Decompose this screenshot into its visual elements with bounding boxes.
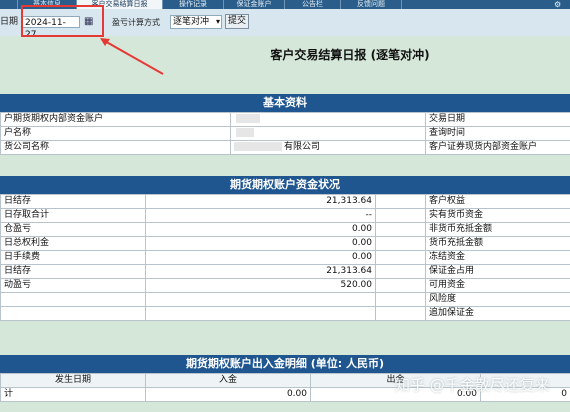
table-row: 货公司名称 有限公司 客户证券现货内部资金账户: [0, 140, 570, 155]
masked-value: [230, 112, 426, 127]
fund-spacer: [375, 250, 426, 265]
fund-value: [145, 306, 376, 321]
fund-value: 21,313.64: [145, 264, 376, 279]
table-row: 追加保证金: [0, 306, 570, 321]
masked-value: [230, 126, 426, 141]
column-header: 发生日期: [0, 373, 146, 388]
table-row: 户名称 查询时间: [0, 126, 570, 141]
fund-value: [145, 292, 376, 307]
calc-method-label: 盈亏计算方式: [112, 18, 160, 27]
company-suffix: 有限公司: [284, 142, 321, 152]
column-header: 入金: [145, 373, 311, 388]
section-funds-header: 期货期权账户资金状况: [0, 176, 570, 194]
fund-label: [0, 292, 146, 307]
fund-right-label: 风险度: [425, 292, 570, 307]
basic-label: 户期货期权内部资金账户: [0, 112, 231, 127]
fund-label: 日存取合计: [0, 208, 146, 223]
fund-label: 日手续费: [0, 250, 146, 265]
basic-label: 货公司名称: [0, 140, 231, 155]
basic-label: 查询时间: [425, 126, 570, 141]
tab-operation-log[interactable]: 操作记录: [163, 0, 224, 9]
section-basic-header: 基本资料: [0, 94, 570, 112]
fund-right-label: 货币充抵金额: [425, 236, 570, 251]
submit-button[interactable]: 提交: [225, 14, 249, 29]
inout-in: 0.00: [145, 387, 311, 402]
fund-right-label: 保证金占用: [425, 264, 570, 279]
fund-value: 520.00: [145, 278, 376, 293]
fund-right-label: 冻结资金: [425, 250, 570, 265]
fund-spacer: [375, 222, 426, 237]
fund-right-label: 实有货币资金: [425, 208, 570, 223]
basic-label: 交易日期: [425, 112, 570, 127]
funds-table: 日结存 21,313.64 客户权益 日存取合计 -- 实有货币资金 仓盈亏 0.00 非货…: [0, 194, 570, 321]
fund-right-label: 客户权益: [425, 194, 570, 209]
tab-feedback[interactable]: 反馈问题: [341, 0, 402, 9]
basic-table: 户期货期权内部资金账户 交易日期 户名称 查询时间 货公司名称 有限公司 客户证…: [0, 112, 570, 155]
fund-label: 日总权利金: [0, 236, 146, 251]
fund-label: 日结存: [0, 194, 146, 209]
highlight-box: [21, 5, 104, 37]
fund-spacer: [375, 278, 426, 293]
fund-value: 0.00: [145, 250, 376, 265]
table-row: 日结存 21,313.64 客户权益: [0, 194, 570, 209]
fund-spacer: [375, 236, 426, 251]
table-row: 动盈亏 520.00 可用资金: [0, 278, 570, 293]
table-row: 日存取合计 -- 实有货币资金: [0, 208, 570, 223]
fund-spacer: [375, 264, 426, 279]
table-row: 户期货期权内部资金账户 交易日期: [0, 112, 570, 127]
tab-partial[interactable]: [0, 0, 18, 9]
table-row: 日手续费 0.00 冻结资金: [0, 250, 570, 265]
fund-value: 21,313.64: [145, 194, 376, 209]
fund-label: 日结存: [0, 264, 146, 279]
calc-method-select[interactable]: 逐笔对冲 ▾: [170, 15, 222, 29]
fund-label: 动盈亏: [0, 278, 146, 293]
fund-value: 0.00: [145, 236, 376, 251]
company-name-cell: 有限公司: [230, 140, 426, 155]
fund-right-label: 追加保证金: [425, 306, 570, 321]
tab-notice-board[interactable]: 公告栏: [285, 0, 341, 9]
fund-right-label: 非货币充抵金额: [425, 222, 570, 237]
fund-label: [0, 306, 146, 321]
inout-date: 计: [0, 387, 146, 402]
watermark: 知乎 @千金散尽还复来: [395, 376, 550, 394]
table-row: 仓盈亏 0.00 非货币充抵金额: [0, 222, 570, 237]
basic-label: 户名称: [0, 126, 231, 141]
section-inout-header: 期货期权账户出入金明细 (单位: 人民币): [0, 355, 570, 373]
fund-spacer: [375, 292, 426, 307]
date-label: 日期: [0, 17, 19, 27]
fund-right-label: 可用资金: [425, 278, 570, 293]
table-row: 日结存 21,313.64 保证金占用: [0, 264, 570, 279]
fund-spacer: [375, 194, 426, 209]
fund-value: 0.00: [145, 222, 376, 237]
table-row: 日总权利金 0.00 货币充抵金额: [0, 236, 570, 251]
gear-icon[interactable]: ⚙: [554, 0, 564, 9]
table-row: 风险度: [0, 292, 570, 307]
fund-spacer: [375, 208, 426, 223]
chevron-down-icon: ▾: [215, 17, 220, 26]
fund-value: --: [145, 208, 376, 223]
tab-margin-account[interactable]: 保证金账户: [224, 0, 285, 9]
fund-spacer: [375, 306, 426, 321]
report-area: 客户交易结算日报 (逐笔对冲) 基本资料 户期货期权内部资金账户 交易日期 户名…: [0, 36, 570, 412]
report-title: 客户交易结算日报 (逐笔对冲): [270, 48, 430, 62]
basic-label: 客户证券现货内部资金账户: [425, 140, 570, 155]
calc-method-value: 逐笔对冲: [173, 17, 210, 27]
fund-label: 仓盈亏: [0, 222, 146, 237]
